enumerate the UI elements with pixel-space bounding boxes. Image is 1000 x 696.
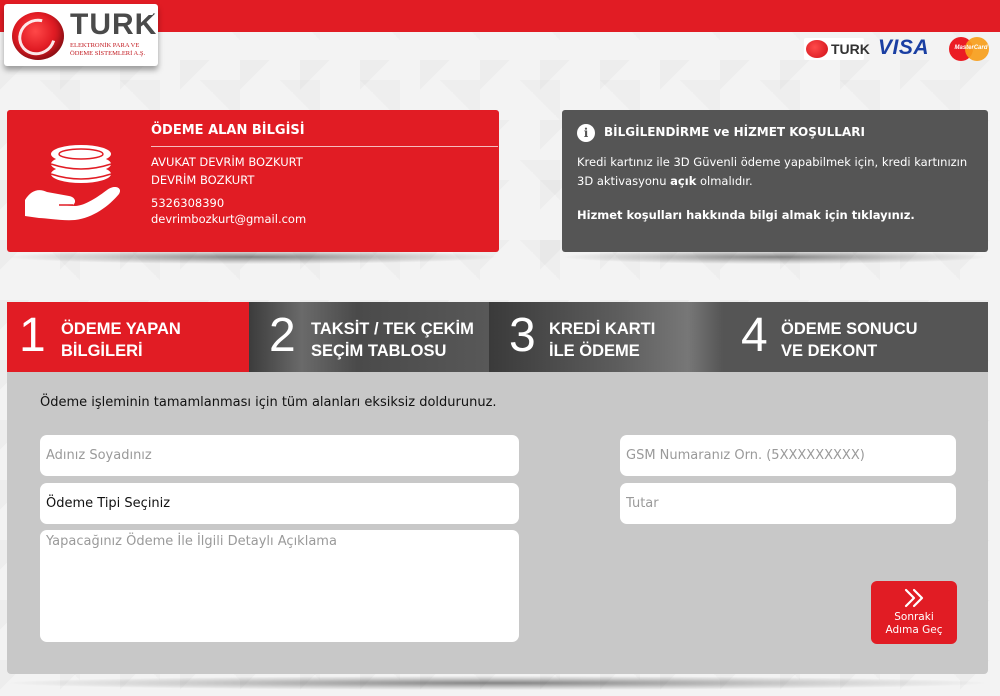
terms-link[interactable]: Hizmet koşulları hakkında bilgi almak iç… bbox=[577, 208, 915, 222]
description-textarea[interactable] bbox=[40, 530, 519, 642]
payee-title: ÖDEME ALAN BİLGİSİ bbox=[151, 123, 305, 138]
info-card-shadow bbox=[565, 250, 985, 264]
step-number: 1 bbox=[19, 309, 46, 362]
lock-icon bbox=[145, 6, 153, 15]
turk-brand-text: TURK bbox=[831, 41, 870, 57]
step-tab-payer-info[interactable]: 1 ÖDEME YAPAN BİLGİLERİ bbox=[7, 302, 249, 372]
turk-brand-logo: TURK bbox=[804, 38, 870, 60]
next-step-button[interactable]: Sonraki Adıma Geç bbox=[871, 581, 957, 644]
payee-email: devrimbozkurt@gmail.com bbox=[151, 212, 307, 226]
step-number: 4 bbox=[741, 309, 768, 362]
info-icon: i bbox=[577, 124, 595, 142]
info-title: BİLGİLENDİRME ve HİZMET KOŞULLARI bbox=[604, 125, 865, 139]
payee-company: AVUKAT DEVRİM BOZKURT bbox=[151, 155, 303, 169]
name-input[interactable] bbox=[40, 435, 519, 476]
step-tabs: 1 ÖDEME YAPAN BİLGİLERİ 2 TAKSİT / TEK Ç… bbox=[7, 302, 988, 372]
double-chevron-right-icon bbox=[904, 588, 924, 608]
next-step-label: Sonraki Adıma Geç bbox=[885, 611, 943, 636]
step-tab-result[interactable]: 4 ÖDEME SONUCU VE DEKONT bbox=[723, 302, 988, 372]
form-panel-shadow bbox=[10, 676, 985, 690]
gsm-input[interactable] bbox=[620, 435, 956, 476]
turk-logo[interactable]: TURK ELEKTRONİK PARA VE ÖDEME SİSTEMLERİ… bbox=[4, 4, 158, 66]
mastercard-logo: MasterCard bbox=[949, 37, 991, 61]
step-tab-card-payment[interactable]: 3 KREDİ KARTI İLE ÖDEME bbox=[489, 302, 723, 372]
amount-input[interactable] bbox=[620, 483, 956, 524]
info-text-after: olmalıdır. bbox=[696, 174, 753, 188]
step-label: ÖDEME YAPAN BİLGİLERİ bbox=[61, 320, 181, 360]
payment-brands: TURK VISA MasterCard bbox=[804, 36, 992, 62]
form-intro: Ödeme işleminin tamamlanması için tüm al… bbox=[40, 395, 497, 410]
step-number: 2 bbox=[269, 309, 296, 362]
info-text-before: Kredi kartınız ile 3D Güvenli ödeme yapa… bbox=[577, 155, 968, 188]
info-card: i BİLGİLENDİRME ve HİZMET KOŞULLARI Kred… bbox=[562, 110, 988, 252]
logo-subtitle: ELEKTRONİK PARA VE ÖDEME SİSTEMLERİ A.Ş. bbox=[70, 42, 146, 57]
mastercard-text: MasterCard bbox=[954, 45, 988, 51]
payee-phone: 5326308390 bbox=[151, 196, 225, 210]
visa-logo: VISA bbox=[878, 36, 930, 59]
payee-name: DEVRİM BOZKURT bbox=[151, 173, 255, 187]
step-label: KREDİ KARTI İLE ÖDEME bbox=[549, 320, 656, 360]
step-number: 3 bbox=[509, 309, 536, 362]
turk-logo-mark bbox=[12, 12, 64, 60]
payment-type-select[interactable]: Ödeme Tipi Seçiniz bbox=[40, 483, 519, 524]
info-text-bold: açık bbox=[670, 174, 697, 188]
info-text: Kredi kartınız ile 3D Güvenli ödeme yapa… bbox=[577, 153, 977, 191]
payment-form: Ödeme işleminin tamamlanması için tüm al… bbox=[7, 372, 988, 674]
hand-money-icon bbox=[25, 145, 121, 221]
payee-divider bbox=[151, 146, 498, 147]
step-label: TAKSİT / TEK ÇEKİM SEÇİM TABLOSU bbox=[311, 320, 474, 360]
payee-card-shadow bbox=[10, 250, 496, 264]
step-label: ÖDEME SONUCU VE DEKONT bbox=[781, 320, 918, 360]
payee-card: ÖDEME ALAN BİLGİSİ AVUKAT DEVRİM BOZKURT… bbox=[7, 110, 499, 252]
turk-brand-mark bbox=[806, 40, 828, 58]
step-tab-installment[interactable]: 2 TAKSİT / TEK ÇEKİM SEÇİM TABLOSU bbox=[249, 302, 489, 372]
